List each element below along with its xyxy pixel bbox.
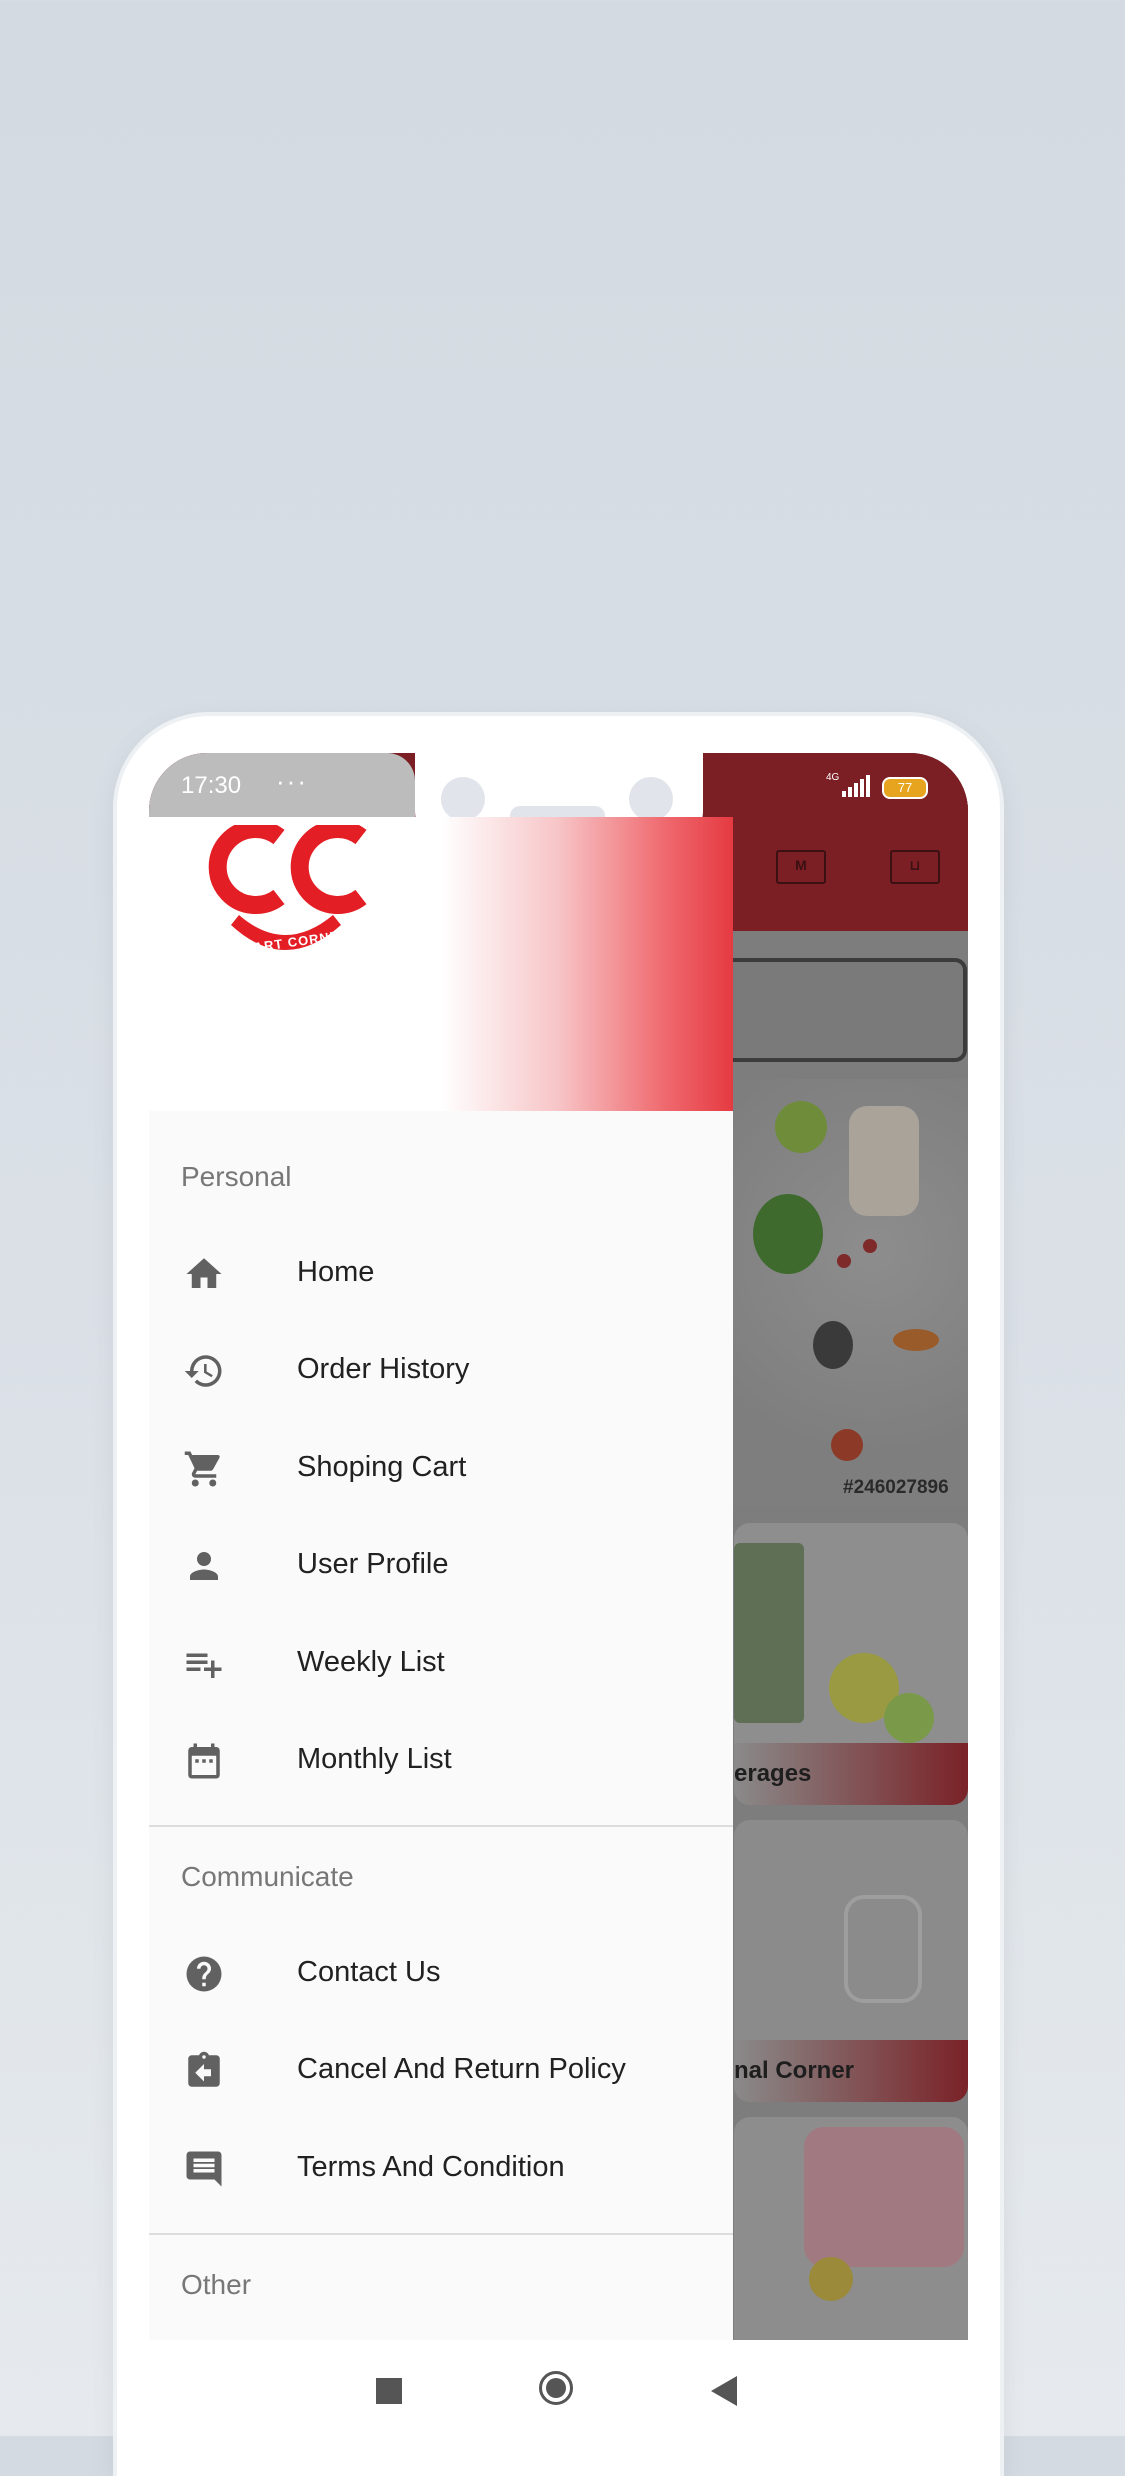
menu-item-label: Terms And Condition	[297, 2151, 565, 2183]
drawer-header: CART CORNER	[149, 817, 733, 1111]
tile-label: erages	[734, 1743, 968, 1805]
back-button[interactable]	[711, 2376, 737, 2406]
menu-item-label: Order History	[297, 1353, 470, 1385]
menu-item-label: Contact Us	[297, 1956, 441, 1988]
lime	[884, 1693, 934, 1743]
menu-item-label: Shoping Cart	[297, 1451, 467, 1483]
history-icon	[184, 1355, 222, 1387]
navigation-drawer: CART CORNER Personal Home Order History …	[149, 817, 733, 2340]
clipboard-return-icon	[188, 2051, 220, 2087]
battery-icon: 77	[882, 777, 928, 799]
towel	[804, 2127, 964, 2267]
beverages-tile[interactable]: erages	[734, 1523, 968, 1805]
comment-icon	[186, 2151, 222, 2187]
menu-item-weekly-list[interactable]: Weekly List	[149, 1614, 733, 1712]
menu-item-home[interactable]: Home	[149, 1224, 733, 1322]
menu-item-shopping-cart[interactable]: Shoping Cart	[149, 1419, 733, 1517]
m-cart-icon[interactable]: M	[776, 850, 826, 884]
grocery-banner[interactable]	[733, 1079, 968, 1507]
recents-button[interactable]	[376, 2378, 402, 2404]
signal-icon	[842, 775, 870, 797]
menu-item-label: Home	[297, 1256, 375, 1288]
tile-label: nal Corner	[734, 2040, 968, 2102]
cart-corner-logo	[208, 825, 367, 950]
playlist-add-icon	[186, 1653, 222, 1678]
calendar-icon	[188, 1743, 220, 1779]
section-divider	[149, 1825, 733, 1827]
section-title-communicate: Communicate	[181, 1861, 354, 1892]
home-icon	[186, 1258, 222, 1288]
section-title-personal: Personal	[181, 1161, 292, 1192]
menu-item-label: User Profile	[297, 1548, 449, 1580]
menu-item-terms-and-condition[interactable]: Terms And Condition	[149, 2119, 733, 2217]
image-code: #246027896	[843, 1477, 949, 1498]
cart-icon[interactable]: ⊔	[890, 850, 940, 884]
home-button[interactable]	[539, 2371, 573, 2405]
section-divider	[149, 2233, 733, 2235]
status-time: 17:30	[181, 772, 242, 799]
beverage-can	[734, 1543, 804, 1723]
cart-icon	[184, 1451, 220, 1487]
camera-icon	[441, 777, 485, 821]
duck-toy	[809, 2257, 853, 2301]
sensor-icon	[629, 777, 673, 821]
menu-item-label: Monthly List	[297, 1743, 452, 1775]
menu-item-monthly-list[interactable]: Monthly List	[149, 1711, 733, 1809]
baby-care-tile[interactable]	[734, 2117, 968, 2340]
help-icon	[186, 1956, 222, 1992]
person-icon	[190, 1552, 218, 1580]
personal-corner-tile[interactable]: nal Corner	[734, 1820, 968, 2102]
menu-item-label: Cancel And Return Policy	[297, 2053, 626, 2085]
menu-item-cancel-return-policy[interactable]: Cancel And Return Policy	[149, 2021, 733, 2119]
status-more-icon: ···	[276, 766, 308, 796]
menu-item-label: Weekly List	[297, 1646, 445, 1678]
menu-item-order-history[interactable]: Order History	[149, 1321, 733, 1419]
menu-item-user-profile[interactable]: User Profile	[149, 1516, 733, 1614]
menu-item-contact-us[interactable]: Contact Us	[149, 1924, 733, 2022]
jar	[844, 1895, 922, 2003]
section-title-other: Other	[181, 2269, 252, 2300]
